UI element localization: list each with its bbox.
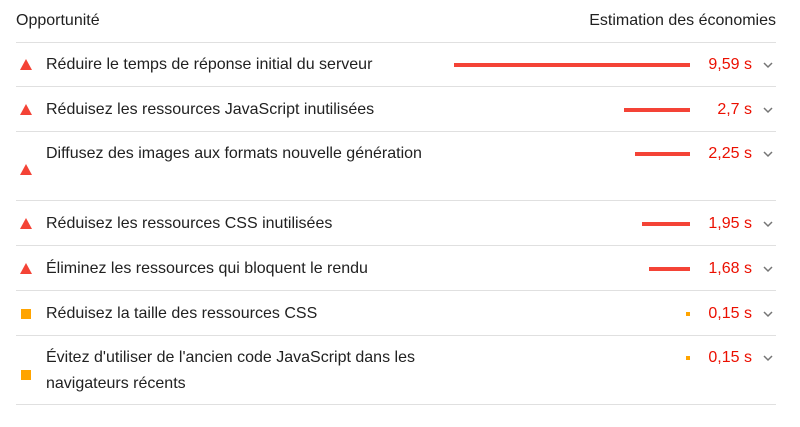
opportunity-title: Diffusez des images aux formats nouvelle… bbox=[46, 145, 422, 162]
opportunity-row[interactable]: Évitez d'utiliser de l'ancien code JavaS… bbox=[16, 336, 776, 405]
opportunity-title: Évitez d'utiliser de l'ancien code JavaS… bbox=[46, 349, 415, 392]
header-savings-label: Estimation des économies bbox=[589, 12, 776, 29]
opportunity-row[interactable]: Réduisez les ressources CSS inutilisées 1… bbox=[16, 201, 776, 246]
savings-value: 0,15 s bbox=[708, 349, 752, 366]
chevron-down-icon[interactable] bbox=[762, 218, 774, 230]
savings-value: 2,25 s bbox=[708, 145, 752, 162]
chevron-down-icon[interactable] bbox=[762, 308, 774, 320]
savings-bar bbox=[454, 63, 690, 67]
chevron-down-icon[interactable] bbox=[762, 352, 774, 364]
chevron-down-icon[interactable] bbox=[762, 263, 774, 275]
warning-triangle-icon bbox=[20, 164, 32, 175]
savings-bar bbox=[624, 107, 690, 112]
opportunity-title: Réduisez les ressources JavaScript inuti… bbox=[46, 100, 375, 118]
average-square-icon bbox=[21, 370, 31, 380]
opportunity-title: Réduisez la taille des ressources CSS bbox=[46, 304, 318, 322]
savings-value: 2,7 s bbox=[717, 100, 752, 118]
chevron-down-icon[interactable] bbox=[762, 104, 774, 116]
savings-value: 1,95 s bbox=[708, 214, 752, 232]
savings-value: 9,59 s bbox=[708, 56, 752, 73]
warning-triangle-icon bbox=[20, 103, 32, 115]
savings-value: 0,15 s bbox=[708, 304, 752, 322]
warning-triangle-icon bbox=[20, 59, 32, 70]
opportunity-row[interactable]: Réduisez la taille des ressources CSS 0,1… bbox=[16, 291, 776, 336]
opportunity-row[interactable]: Diffusez des images aux formats nouvelle… bbox=[16, 132, 776, 201]
average-square-icon bbox=[21, 308, 31, 319]
opportunities-panel: Opportunité Estimation des économies Réd… bbox=[16, 0, 776, 405]
warning-triangle-icon bbox=[20, 217, 32, 229]
opportunity-title: Réduisez les ressources CSS inutilisées bbox=[46, 214, 333, 232]
chevron-down-icon[interactable] bbox=[762, 59, 774, 71]
opportunity-row[interactable]: Réduire le temps de réponse initial du s… bbox=[16, 43, 776, 87]
opportunities-list: Réduire le temps de réponse initial du s… bbox=[16, 43, 776, 405]
chevron-down-icon[interactable] bbox=[762, 148, 774, 160]
savings-value: 1,68 s bbox=[708, 259, 752, 277]
opportunity-title: Réduire le temps de réponse initial du s… bbox=[46, 56, 373, 73]
warning-triangle-icon bbox=[20, 262, 32, 274]
opportunity-row[interactable]: Éliminez les ressources qui bloquent le … bbox=[16, 246, 776, 291]
opportunity-title: Éliminez les ressources qui bloquent le … bbox=[46, 259, 368, 277]
header-opportunity-label: Opportunité bbox=[16, 12, 100, 29]
opportunities-header: Opportunité Estimation des économies bbox=[16, 0, 776, 43]
opportunity-row[interactable]: Réduisez les ressources JavaScript inuti… bbox=[16, 87, 776, 132]
